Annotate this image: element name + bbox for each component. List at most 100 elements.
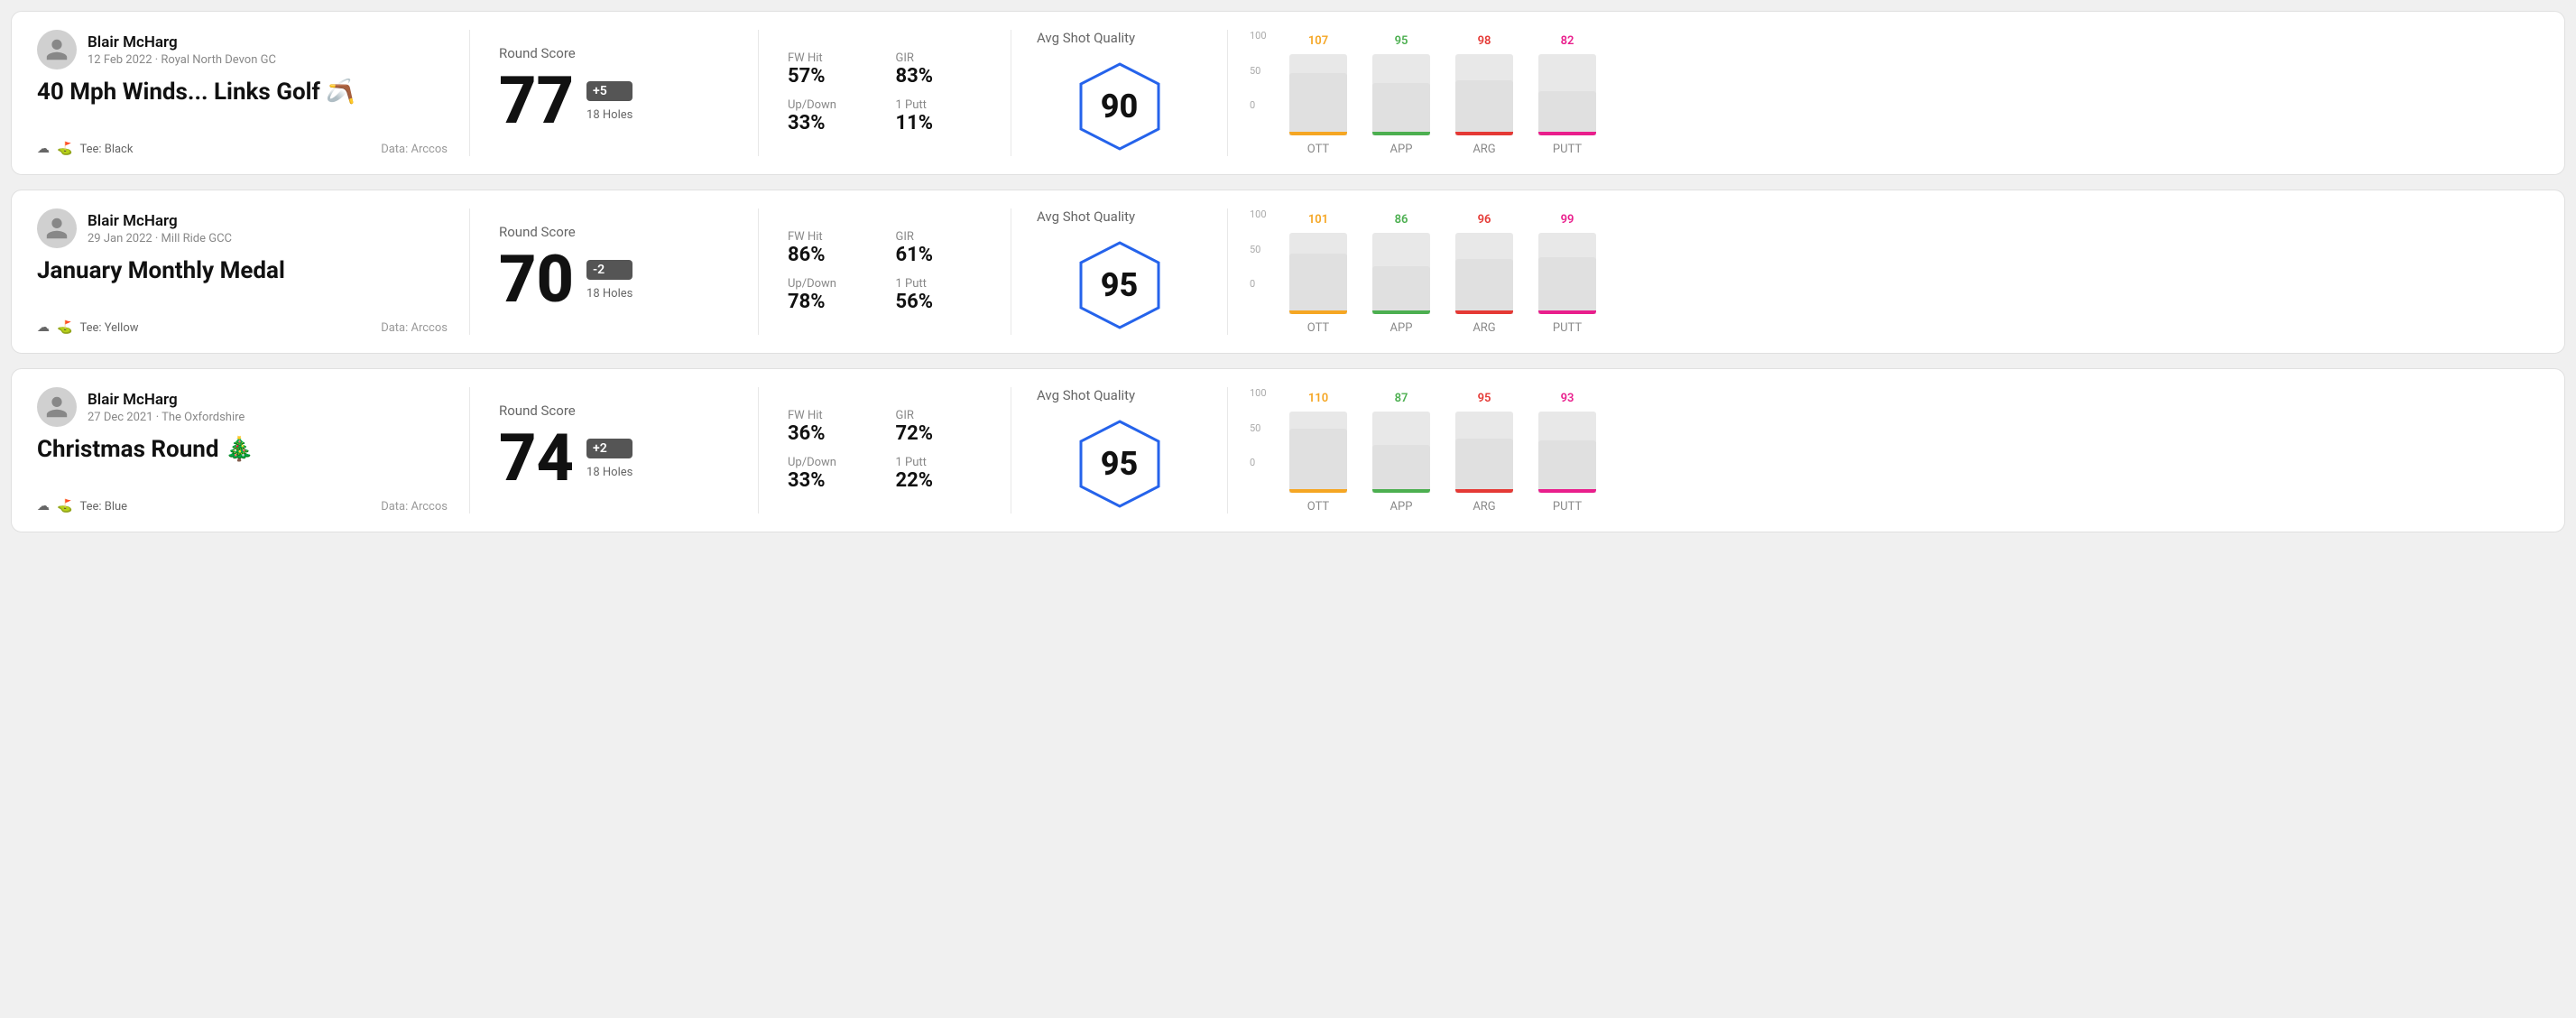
score-section: Round Score 70 -2 18 Holes (470, 208, 759, 335)
updown-value: 78% (788, 291, 874, 313)
bar-chart-wrapper: 100 50 0 110 OTT 87 (1250, 387, 2517, 514)
user-info: Blair McHarg 27 Dec 2021 · The Oxfordshi… (37, 387, 448, 427)
stats-section: FW Hit 57% GIR 83% Up/Down 33% 1 Putt 11… (759, 30, 1011, 156)
score-row: 77 +5 18 Holes (499, 69, 729, 134)
bar-chart: 101 OTT 86 APP 96 (1289, 208, 2517, 335)
gir-stat: GIR 72% (896, 409, 983, 445)
user-info: Blair McHarg 12 Feb 2022 · Royal North D… (37, 30, 448, 69)
gir-label: GIR (896, 51, 983, 65)
quality-score: 95 (1101, 266, 1139, 304)
avatar (37, 208, 77, 248)
bar-container (1455, 412, 1513, 493)
bar-container (1372, 54, 1430, 135)
round-score-label: Round Score (499, 45, 729, 61)
round-title: January Monthly Medal (37, 257, 448, 284)
bar-container (1538, 412, 1596, 493)
bar-group: 98 ARG (1455, 54, 1513, 156)
tee-info: ☁ ⛳ Tee: Blue (37, 499, 127, 514)
y-axis: 100 50 0 (1250, 30, 1267, 111)
bar-container (1538, 54, 1596, 135)
quality-score: 90 (1101, 88, 1139, 125)
fw-hit-value: 57% (788, 65, 874, 88)
fw-hit-label: FW Hit (788, 51, 874, 65)
score-value: 70 (499, 247, 574, 312)
bar-group: 95 APP (1372, 54, 1430, 156)
user-name: Blair McHarg (88, 212, 232, 230)
round-card-3: Blair McHarg 27 Dec 2021 · The Oxfordshi… (11, 368, 2565, 532)
bar-accent (1289, 310, 1347, 314)
oneputt-stat: 1 Putt 56% (896, 277, 983, 313)
bar-accent (1372, 489, 1430, 493)
bar-value: 86 (1395, 213, 1408, 227)
fw-hit-stat: FW Hit 36% (788, 409, 874, 445)
fw-hit-label: FW Hit (788, 409, 874, 422)
round-title: Christmas Round 🎄 (37, 436, 448, 463)
score-section: Round Score 74 +2 18 Holes (470, 387, 759, 514)
user-info: Blair McHarg 29 Jan 2022 · Mill Ride GCC (37, 208, 448, 248)
gir-value: 83% (896, 65, 983, 88)
gir-label: GIR (896, 409, 983, 422)
bar-label: ARG (1473, 500, 1495, 514)
avatar (37, 387, 77, 427)
score-meta: +2 18 Holes (586, 439, 632, 479)
fw-hit-value: 36% (788, 422, 874, 445)
bar-container (1538, 233, 1596, 314)
hexagon-wrapper: 90 (1070, 57, 1169, 156)
updown-value: 33% (788, 469, 874, 492)
bar-value: 95 (1478, 392, 1491, 405)
holes-label: 18 Holes (586, 108, 632, 122)
bar-fill (1538, 91, 1596, 135)
bar-fill (1455, 259, 1513, 314)
bar-label: PUTT (1553, 321, 1582, 335)
data-source: Data: Arccos (381, 143, 448, 156)
updown-value: 33% (788, 112, 874, 134)
stats-grid: FW Hit 86% GIR 61% Up/Down 78% 1 Putt 56… (788, 230, 982, 313)
updown-stat: Up/Down 33% (788, 456, 874, 492)
bar-accent (1289, 132, 1347, 135)
bar-accent (1538, 310, 1596, 314)
left-section: Blair McHarg 12 Feb 2022 · Royal North D… (37, 30, 470, 156)
user-details: Blair McHarg 12 Feb 2022 · Royal North D… (88, 33, 276, 67)
tee-label: Tee: Blue (79, 500, 127, 514)
bottom-info: ☁ ⛳ Tee: Yellow Data: Arccos (37, 320, 448, 335)
data-source: Data: Arccos (381, 321, 448, 335)
score-badge: +5 (586, 81, 632, 101)
bar-fill (1455, 439, 1513, 493)
y-axis: 100 50 0 (1250, 387, 1267, 468)
score-row: 74 +2 18 Holes (499, 426, 729, 491)
bar-group: 93 PUTT (1538, 412, 1596, 514)
bar-fill (1372, 445, 1430, 493)
bar-accent (1455, 132, 1513, 135)
hexagon: 90 (1070, 57, 1169, 156)
bar-label: ARG (1473, 321, 1495, 335)
bar-fill (1538, 257, 1596, 314)
user-icon (44, 216, 69, 241)
updown-stat: Up/Down 33% (788, 98, 874, 134)
bar-fill (1455, 80, 1513, 135)
gir-stat: GIR 83% (896, 51, 983, 88)
bottom-info: ☁ ⛳ Tee: Blue Data: Arccos (37, 499, 448, 514)
bar-accent (1455, 310, 1513, 314)
oneputt-label: 1 Putt (896, 456, 983, 469)
bar-fill (1372, 266, 1430, 314)
bar-value: 98 (1478, 34, 1491, 48)
bar-fill (1289, 429, 1347, 493)
quality-label: Avg Shot Quality (1037, 208, 1135, 225)
oneputt-value: 11% (896, 112, 983, 134)
oneputt-stat: 1 Putt 22% (896, 456, 983, 492)
holes-label: 18 Holes (586, 466, 632, 479)
oneputt-value: 56% (896, 291, 983, 313)
score-badge: +2 (586, 439, 632, 458)
round-card-2: Blair McHarg 29 Jan 2022 · Mill Ride GCC… (11, 190, 2565, 354)
bar-value: 93 (1561, 392, 1574, 405)
hexagon-wrapper: 95 (1070, 414, 1169, 514)
bar-group: 99 PUTT (1538, 233, 1596, 335)
bar-label: APP (1390, 500, 1413, 514)
bar-value: 99 (1561, 213, 1574, 227)
fw-hit-value: 86% (788, 244, 874, 266)
bar-group: 110 OTT (1289, 412, 1347, 514)
bar-label: OTT (1307, 500, 1329, 514)
quality-section: Avg Shot Quality 90 (1011, 30, 1228, 156)
bar-accent (1372, 310, 1430, 314)
bar-container (1289, 54, 1347, 135)
